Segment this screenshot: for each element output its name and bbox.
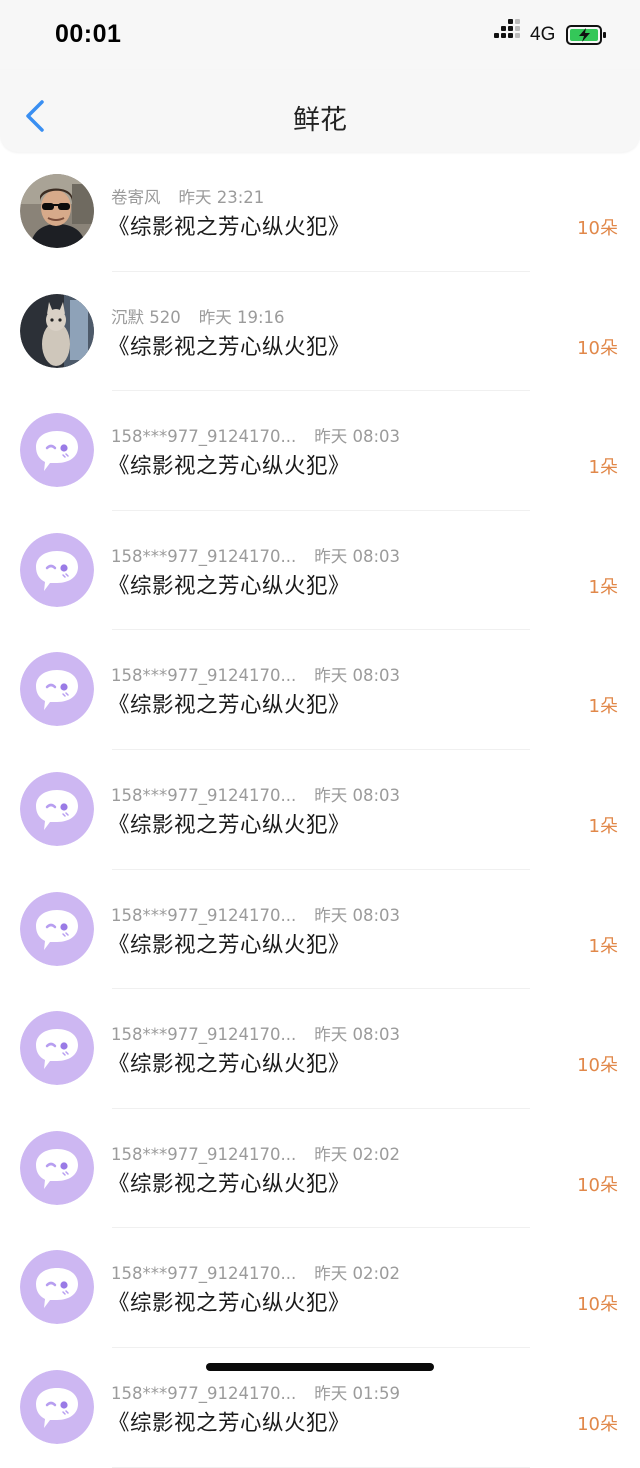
book-title: 《综影视之芳心纵火犯》 xyxy=(108,334,351,360)
default-avatar-icon[interactable] xyxy=(20,771,94,846)
gift-meta: 卷寄风 昨天 23:21 xyxy=(111,184,265,207)
flower-count: 1朵 xyxy=(588,815,618,837)
gift-meta: 沉默 520 昨天 19:16 xyxy=(111,304,285,327)
book-title: 《综影视之芳心纵火犯》 xyxy=(108,1291,351,1317)
sender-name: 158***977_9124170... xyxy=(111,905,297,925)
list-item[interactable]: 158***977_9124170... 昨天 08:03 《综影视之芳心纵火犯》… xyxy=(0,511,640,631)
list-item[interactable]: 158***977_9124170... 昨天 08:03 《综影视之芳心纵火犯》… xyxy=(0,750,640,870)
gift-time: 昨天 08:03 xyxy=(314,546,401,566)
list-item[interactable]: 沉默 520 昨天 19:16 《综影视之芳心纵火犯》 10朵 xyxy=(0,272,640,392)
sender-name: 158***977_9124170... xyxy=(111,1025,297,1045)
flower-count: 10朵 xyxy=(577,1294,618,1316)
default-avatar-icon[interactable] xyxy=(20,652,94,727)
gift-time: 昨天 08:03 xyxy=(314,1025,401,1045)
flower-count: 10朵 xyxy=(577,1174,618,1196)
gift-time: 昨天 08:03 xyxy=(314,666,401,686)
network-type: 4G xyxy=(530,24,556,45)
gift-meta: 158***977_9124170... 昨天 08:03 xyxy=(111,902,401,925)
status-bar: 00:01 4G xyxy=(0,0,640,70)
book-title: 《综影视之芳心纵火犯》 xyxy=(108,1052,351,1078)
default-avatar-icon[interactable] xyxy=(20,1369,94,1444)
gift-meta: 158***977_9124170... 昨天 08:03 xyxy=(111,543,401,566)
signal-icon xyxy=(494,19,522,45)
avatar[interactable] xyxy=(20,174,94,248)
gift-meta: 158***977_9124170... 昨天 08:03 xyxy=(111,423,401,447)
flower-count: 10朵 xyxy=(577,1055,618,1077)
flower-gift-list: 卷寄风 昨天 23:21 《综影视之芳心纵火犯》 10朵 沉默 520 昨天 19:… xyxy=(0,152,640,1468)
flower-count: 1朵 xyxy=(588,935,618,957)
default-avatar-icon[interactable] xyxy=(20,1130,94,1205)
sender-name: 158***977_9124170... xyxy=(111,427,297,447)
list-item[interactable]: 158***977_9124170... 昨天 08:03 《综影视之芳心纵火犯》… xyxy=(0,989,640,1109)
gift-meta: 158***977_9124170... 昨天 02:02 xyxy=(111,1141,401,1164)
gift-time: 昨天 08:03 xyxy=(314,905,401,925)
flower-count: 10朵 xyxy=(577,1413,618,1435)
sender-name: 158***977_9124170... xyxy=(111,666,297,686)
default-avatar-icon[interactable] xyxy=(20,1250,94,1325)
gift-time: 昨天 23:21 xyxy=(178,188,265,207)
gift-time: 昨天 08:03 xyxy=(314,427,401,447)
sender-name: 158***977_9124170... xyxy=(111,1144,297,1164)
book-title: 《综影视之芳心纵火犯》 xyxy=(108,454,351,480)
sender-name: 沉默 520 xyxy=(111,307,181,327)
list-item[interactable]: 158***977_9124170... 昨天 02:02 《综影视之芳心纵火犯》… xyxy=(0,1228,640,1348)
status-time: 00:01 xyxy=(55,20,122,48)
book-title: 《综影视之芳心纵火犯》 xyxy=(108,1410,351,1436)
avatar[interactable] xyxy=(20,293,94,368)
battery-charging-icon xyxy=(566,24,608,46)
default-avatar-icon[interactable] xyxy=(20,413,94,488)
list-item[interactable]: 158***977_9124170... 昨天 08:03 《综影视之芳心纵火犯》… xyxy=(0,630,640,750)
default-avatar-icon[interactable] xyxy=(20,891,94,966)
flower-count: 1朵 xyxy=(588,696,618,718)
book-title: 《综影视之芳心纵火犯》 xyxy=(108,215,351,240)
gift-time: 昨天 02:02 xyxy=(314,1264,401,1284)
gift-time: 昨天 19:16 xyxy=(198,307,285,327)
gift-meta: 158***977_9124170... 昨天 08:03 xyxy=(111,662,401,686)
gift-meta: 158***977_9124170... 昨天 08:03 xyxy=(111,1021,401,1045)
home-indicator xyxy=(206,1363,434,1371)
row-divider xyxy=(112,1466,530,1468)
page-title: 鲜花 xyxy=(293,105,347,136)
flower-count: 1朵 xyxy=(588,576,618,598)
gift-meta: 158***977_9124170... 昨天 08:03 xyxy=(111,782,401,805)
gift-time: 昨天 01:59 xyxy=(314,1383,401,1403)
sender-name: 158***977_9124170... xyxy=(111,546,297,566)
sender-name: 158***977_9124170... xyxy=(111,1383,297,1403)
default-avatar-icon[interactable] xyxy=(20,1011,94,1086)
book-title: 《综影视之芳心纵火犯》 xyxy=(108,573,351,599)
sender-name: 卷寄风 xyxy=(111,188,161,207)
book-title: 《综影视之芳心纵火犯》 xyxy=(108,1171,351,1197)
book-title: 《综影视之芳心纵火犯》 xyxy=(108,812,351,838)
gift-meta: 158***977_9124170... 昨天 01:59 xyxy=(111,1380,401,1403)
nav-bar: 鲜花 xyxy=(0,70,640,152)
gift-meta: 158***977_9124170... 昨天 02:02 xyxy=(111,1260,401,1284)
list-item[interactable]: 158***977_9124170... 昨天 02:02 《综影视之芳心纵火犯》… xyxy=(0,1109,640,1229)
sender-name: 158***977_9124170... xyxy=(111,1264,297,1284)
gift-time: 昨天 02:02 xyxy=(314,1144,401,1164)
book-title: 《综影视之芳心纵火犯》 xyxy=(108,693,351,719)
default-avatar-icon[interactable] xyxy=(20,532,94,607)
flower-count: 1朵 xyxy=(588,457,618,479)
list-item[interactable]: 卷寄风 昨天 23:21 《综影视之芳心纵火犯》 10朵 xyxy=(0,152,640,272)
list-item[interactable]: 158***977_9124170... 昨天 08:03 《综影视之芳心纵火犯》… xyxy=(0,870,640,990)
flower-count: 10朵 xyxy=(577,218,618,239)
list-item[interactable]: 158***977_9124170... 昨天 08:03 《综影视之芳心纵火犯》… xyxy=(0,391,640,511)
book-title: 《综影视之芳心纵火犯》 xyxy=(108,932,351,958)
sender-name: 158***977_9124170... xyxy=(111,785,297,805)
flower-count: 10朵 xyxy=(577,337,618,359)
gift-time: 昨天 08:03 xyxy=(314,785,401,805)
